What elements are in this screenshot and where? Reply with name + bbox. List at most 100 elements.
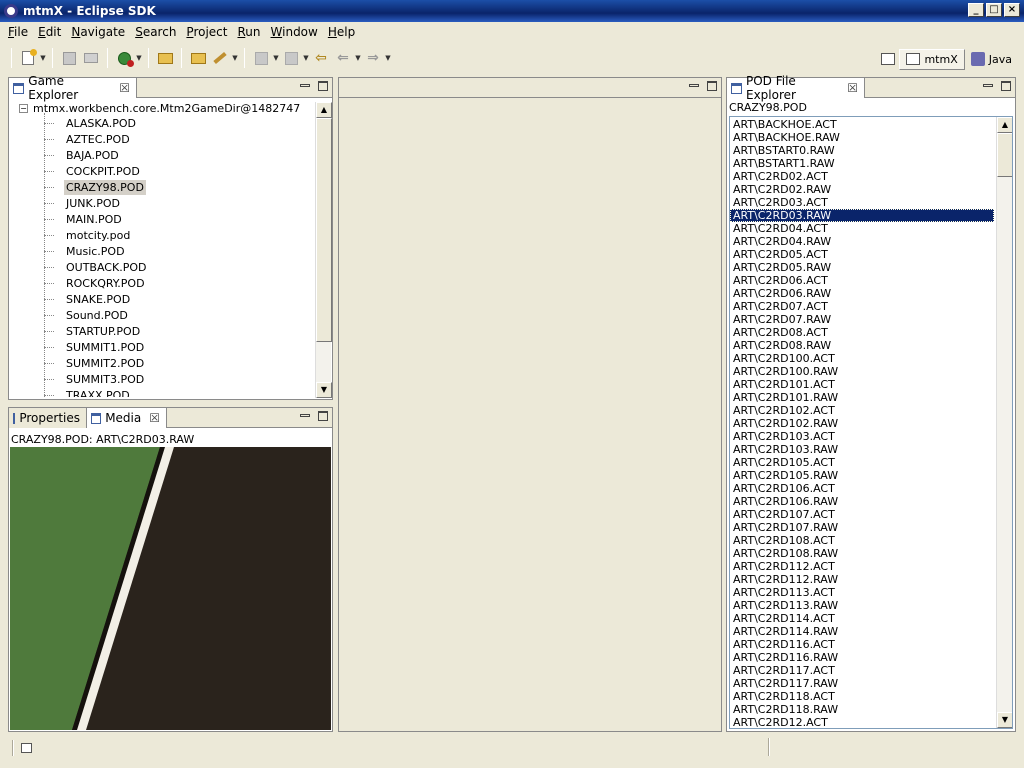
list-item[interactable]: ART\C2RD08.ACT	[730, 326, 994, 339]
list-item[interactable]: ART\C2RD105.RAW	[730, 469, 994, 482]
list-item[interactable]: ART\C2RD03.ACT	[730, 196, 994, 209]
list-item[interactable]: ART\C2RD108.RAW	[730, 547, 994, 560]
pod-file-list[interactable]: ART\BACKHOE.ACT ART\BACKHOE.RAW ART\BSTART…	[729, 116, 1013, 729]
debug-dropdown[interactable]: ▼	[135, 54, 143, 62]
tree-item[interactable]: SNAKE.POD	[44, 291, 132, 307]
list-item[interactable]: ART\C2RD03.RAW	[730, 209, 994, 222]
list-item[interactable]: ART\C2RD118.ACT	[730, 690, 994, 703]
list-item[interactable]: ART\C2RD114.RAW	[730, 625, 994, 638]
next-annotation-button[interactable]	[250, 47, 272, 69]
list-item[interactable]: ART\BACKHOE.ACT	[730, 118, 994, 131]
list-item[interactable]: ART\C2RD02.ACT	[730, 170, 994, 183]
back-dropdown[interactable]: ▼	[354, 54, 362, 62]
list-item[interactable]: ART\C2RD105.ACT	[730, 456, 994, 469]
game-tree-scrollbar[interactable]: ▲ ▼	[315, 102, 332, 398]
next-annotation-dropdown[interactable]: ▼	[272, 54, 280, 62]
debug-button[interactable]	[113, 47, 135, 69]
tree-item[interactable]: STARTUP.POD	[44, 323, 142, 339]
tree-item[interactable]: BAJA.POD	[44, 147, 121, 163]
list-item[interactable]: ART\BSTART0.RAW	[730, 144, 994, 157]
minimize-view-icon[interactable]	[300, 84, 310, 87]
menu-help[interactable]: Help	[324, 23, 361, 41]
scroll-down-icon[interactable]: ▼	[997, 712, 1012, 728]
scroll-down-icon[interactable]: ▼	[316, 382, 332, 398]
forward-dropdown[interactable]: ▼	[384, 54, 392, 62]
list-item[interactable]: ART\C2RD103.ACT	[730, 430, 994, 443]
fast-view-button[interactable]	[18, 740, 34, 756]
minimize-view-icon[interactable]	[983, 84, 993, 87]
list-item[interactable]: ART\C2RD103.RAW	[730, 443, 994, 456]
tree-item[interactable]: ALASKA.POD	[44, 115, 138, 131]
tree-item[interactable]: JUNK.POD	[44, 195, 122, 211]
forward-button[interactable]: ⇒	[362, 47, 384, 69]
list-item[interactable]: ART\BSTART1.RAW	[730, 157, 994, 170]
list-item[interactable]: ART\C2RD08.RAW	[730, 339, 994, 352]
tab-pod-file-explorer[interactable]: POD File Explorer ☒	[727, 74, 865, 102]
minimize-view-icon[interactable]	[300, 414, 310, 417]
tree-item[interactable]: TRAXX.POD	[44, 387, 132, 397]
print-button[interactable]	[80, 47, 102, 69]
maximize-button[interactable]: □	[986, 3, 1002, 17]
tree-item[interactable]: SUMMIT1.POD	[44, 339, 146, 355]
perspective-java[interactable]: Java	[965, 49, 1018, 69]
open-perspective-button[interactable]	[877, 48, 899, 70]
list-item[interactable]: ART\C2RD102.RAW	[730, 417, 994, 430]
tree-item[interactable]: ROCKQRY.POD	[44, 275, 147, 291]
last-edit-button[interactable]: ⇦	[310, 47, 332, 69]
close-icon[interactable]: ☒	[847, 81, 858, 95]
tree-root[interactable]: − mtmx.workbench.core.Mtm2GameDir@148274…	[19, 102, 300, 115]
save-button[interactable]	[58, 47, 80, 69]
menu-search[interactable]: Search	[131, 23, 182, 41]
list-item[interactable]: ART\BACKHOE.RAW	[730, 131, 994, 144]
menu-window[interactable]: Window	[267, 23, 324, 41]
tab-game-explorer[interactable]: Game Explorer ☒	[9, 74, 137, 102]
list-item[interactable]: ART\C2RD06.RAW	[730, 287, 994, 300]
menu-edit[interactable]: Edit	[34, 23, 67, 41]
minimize-view-icon[interactable]	[689, 84, 699, 87]
tree-item[interactable]: MAIN.POD	[44, 211, 124, 227]
list-item[interactable]: ART\C2RD12.ACT	[730, 716, 994, 728]
maximize-view-icon[interactable]	[318, 411, 328, 421]
list-item[interactable]: ART\C2RD118.RAW	[730, 703, 994, 716]
list-item[interactable]: ART\C2RD113.RAW	[730, 599, 994, 612]
list-item[interactable]: ART\C2RD04.RAW	[730, 235, 994, 248]
list-item[interactable]: ART\C2RD102.ACT	[730, 404, 994, 417]
list-item[interactable]: ART\C2RD106.ACT	[730, 482, 994, 495]
list-item[interactable]: ART\C2RD07.ACT	[730, 300, 994, 313]
list-item[interactable]: ART\C2RD02.RAW	[730, 183, 994, 196]
tree-item[interactable]: AZTEC.POD	[44, 131, 132, 147]
list-item[interactable]: ART\C2RD117.RAW	[730, 677, 994, 690]
new-wizard-dropdown[interactable]: ▼	[39, 54, 47, 62]
list-item[interactable]: ART\C2RD112.RAW	[730, 573, 994, 586]
tab-properties[interactable]: Properties	[9, 408, 87, 428]
list-item[interactable]: ART\C2RD107.RAW	[730, 521, 994, 534]
tree-item[interactable]: CRAZY98.POD	[44, 179, 146, 195]
maximize-view-icon[interactable]	[707, 81, 717, 91]
tab-media[interactable]: Media ☒	[87, 408, 167, 428]
list-item[interactable]: ART\C2RD112.ACT	[730, 560, 994, 573]
list-item[interactable]: ART\C2RD06.ACT	[730, 274, 994, 287]
list-item[interactable]: ART\C2RD113.ACT	[730, 586, 994, 599]
tree-item[interactable]: Sound.POD	[44, 307, 130, 323]
run-wand-button[interactable]	[209, 47, 231, 69]
scroll-up-icon[interactable]: ▲	[997, 117, 1012, 133]
maximize-view-icon[interactable]	[318, 81, 328, 91]
scroll-up-icon[interactable]: ▲	[316, 102, 332, 118]
close-window-button[interactable]: ×	[1004, 3, 1020, 17]
open-folder-button[interactable]	[154, 47, 176, 69]
perspective-mtmx[interactable]: mtmX	[899, 48, 965, 70]
file-list-scrollbar[interactable]: ▲ ▼	[996, 117, 1012, 728]
tree-item[interactable]: motcity.pod	[44, 227, 132, 243]
menu-navigate[interactable]: Navigate	[67, 23, 131, 41]
maximize-view-icon[interactable]	[1001, 81, 1011, 91]
list-item[interactable]: ART\C2RD116.RAW	[730, 651, 994, 664]
scroll-thumb[interactable]	[997, 133, 1012, 177]
list-item[interactable]: ART\C2RD107.ACT	[730, 508, 994, 521]
new-wizard-button[interactable]	[17, 47, 39, 69]
list-item[interactable]: ART\C2RD04.ACT	[730, 222, 994, 235]
menu-project[interactable]: Project	[182, 23, 233, 41]
list-item[interactable]: ART\C2RD100.RAW	[730, 365, 994, 378]
list-item[interactable]: ART\C2RD05.RAW	[730, 261, 994, 274]
list-item[interactable]: ART\C2RD101.ACT	[730, 378, 994, 391]
list-item[interactable]: ART\C2RD116.ACT	[730, 638, 994, 651]
